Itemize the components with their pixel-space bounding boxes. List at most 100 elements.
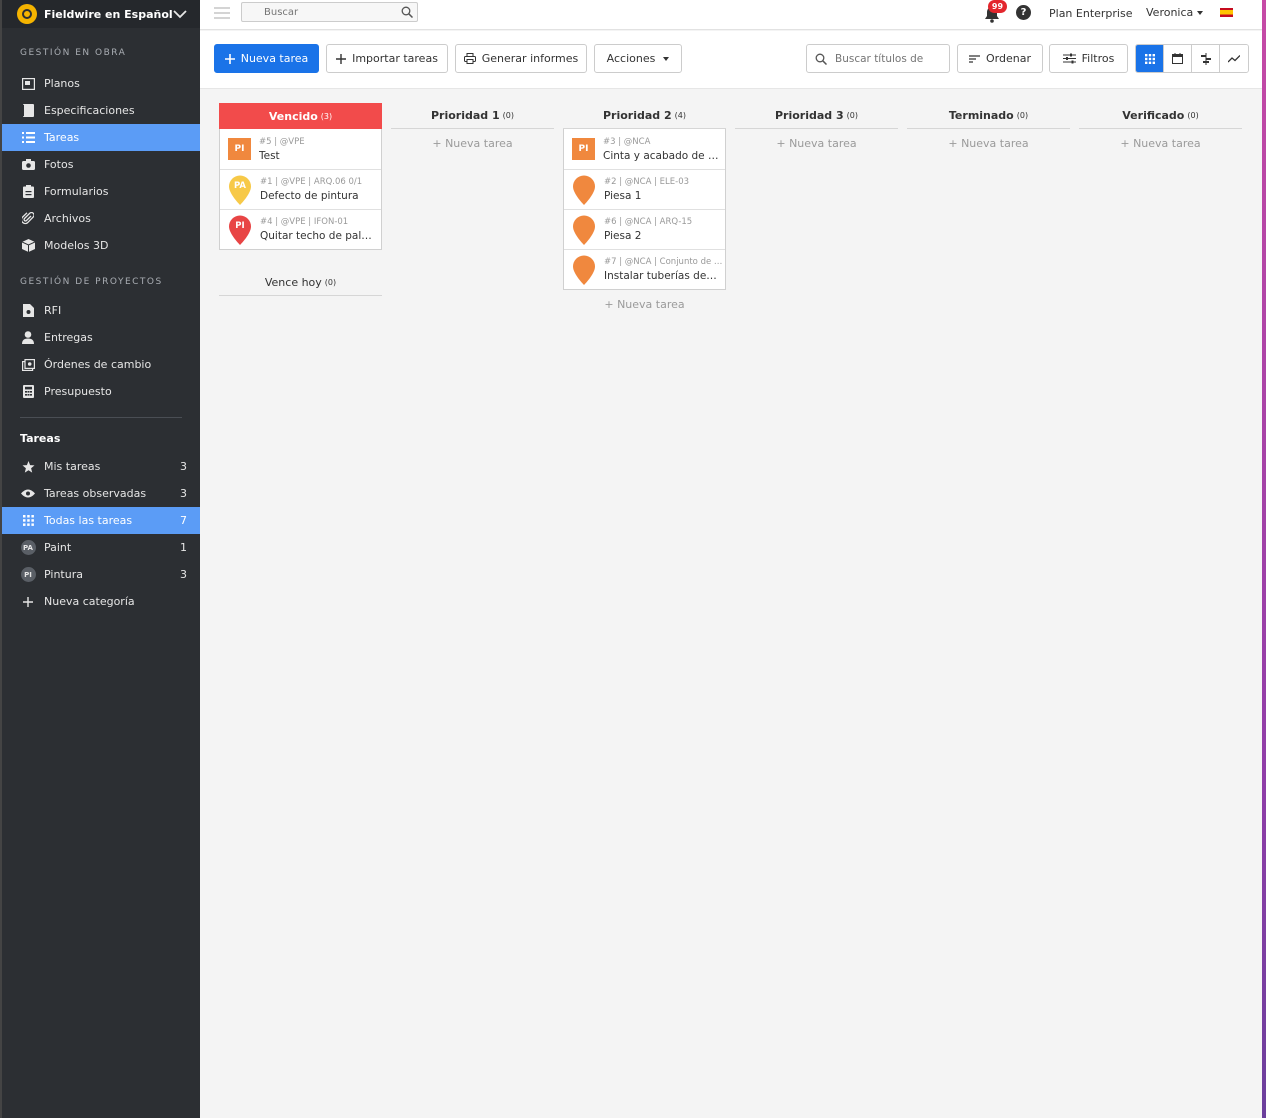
help-icon[interactable]: ? bbox=[1016, 5, 1031, 20]
column-count: (0) bbox=[846, 111, 858, 120]
sidebar-item-entregas[interactable]: Entregas bbox=[2, 324, 200, 351]
user-name: Veronica bbox=[1146, 6, 1194, 19]
task-title: Instalar tuberías de presión bbox=[604, 270, 725, 282]
generate-reports-button[interactable]: Generar informes bbox=[455, 44, 587, 73]
filters-label: Filtros bbox=[1081, 52, 1115, 65]
sidebar-item-label: Fotos bbox=[44, 158, 74, 171]
task-card[interactable]: PA #1 | @VPE | ARQ.06 0/1 Defecto de pin… bbox=[220, 169, 381, 209]
task-meta: #1 | @VPE | ARQ.06 0/1 bbox=[260, 177, 363, 187]
search-icon[interactable] bbox=[397, 6, 417, 18]
sidebar-item-tareas[interactable]: Tareas bbox=[2, 124, 200, 151]
task-title: Piesa 2 bbox=[604, 230, 642, 242]
column-header: Prioridad 2 (4) bbox=[563, 103, 726, 129]
section-gestion-proyectos: GESTIÓN DE PROYECTOS bbox=[20, 277, 163, 287]
location-pin-icon bbox=[572, 175, 596, 205]
sidebar-item-label: Nueva categoría bbox=[44, 595, 135, 608]
task-card[interactable]: PI #4 | @VPE | IFON-01 Quitar techo de p… bbox=[220, 209, 381, 249]
chart-view-icon[interactable] bbox=[1220, 45, 1248, 72]
star-icon bbox=[20, 459, 36, 475]
import-tasks-button[interactable]: Importar tareas bbox=[326, 44, 448, 73]
new-task-button[interactable]: Nueva tarea bbox=[214, 44, 319, 73]
location-pin-icon bbox=[572, 215, 596, 245]
pin-label: PI bbox=[235, 220, 245, 231]
plus-icon bbox=[336, 53, 347, 64]
sidebar-item-label: Archivos bbox=[44, 212, 91, 225]
actions-dropdown[interactable]: Acciones bbox=[594, 44, 682, 73]
project-name: Fieldwire en Español bbox=[44, 7, 173, 21]
chevron-down-icon[interactable] bbox=[173, 5, 188, 23]
task-card[interactable]: PI #5 | @VPE Test bbox=[220, 129, 381, 169]
user-menu[interactable]: Veronica bbox=[1146, 6, 1204, 19]
column-verificado: Verificado (0) + Nueva tarea bbox=[1079, 103, 1242, 151]
plan-link[interactable]: Plan Enterprise bbox=[1049, 7, 1132, 20]
sidebar-item-modelos-3d[interactable]: Modelos 3D bbox=[2, 232, 200, 259]
new-task-link[interactable]: + Nueva tarea bbox=[735, 137, 898, 151]
sidebar-item-todas-las-tareas[interactable]: Todas las tareas 7 bbox=[2, 507, 200, 534]
sidebar-item-rfi[interactable]: RFI bbox=[2, 297, 200, 324]
sort-button[interactable]: Ordenar bbox=[957, 44, 1043, 73]
column-header: Verificado (0) bbox=[1079, 103, 1242, 129]
location-pin-icon bbox=[572, 255, 596, 285]
search-titles-input[interactable] bbox=[835, 52, 949, 65]
grid-view-icon[interactable] bbox=[1136, 45, 1164, 72]
sidebar-item-formularios[interactable]: Formularios bbox=[2, 178, 200, 205]
task-title: Piesa 1 bbox=[604, 190, 642, 202]
calendar-view-icon[interactable] bbox=[1164, 45, 1192, 72]
sidebar-item-mis-tareas[interactable]: Mis tareas 3 bbox=[2, 453, 200, 480]
task-card[interactable]: #7 | @NCA | Conjunto de tuberías Instala… bbox=[564, 249, 725, 289]
sort-label: Ordenar bbox=[986, 52, 1031, 65]
sidebar-item-fotos[interactable]: Fotos bbox=[2, 151, 200, 178]
search-titles-field[interactable] bbox=[806, 44, 950, 73]
blueprint-icon bbox=[20, 76, 36, 92]
new-task-link[interactable]: + Nueva tarea bbox=[907, 137, 1070, 151]
sidebar-item-label: Pintura bbox=[44, 568, 83, 581]
sidebar-item-label: Presupuesto bbox=[44, 385, 112, 398]
sidebar-item-label: Modelos 3D bbox=[44, 239, 109, 252]
gantt-view-icon[interactable] bbox=[1192, 45, 1220, 72]
paperclip-icon bbox=[20, 211, 36, 227]
sidebar-item-planos[interactable]: Planos bbox=[2, 70, 200, 97]
column-title: Prioridad 1 bbox=[430, 109, 500, 122]
generate-reports-label: Generar informes bbox=[481, 52, 579, 65]
task-title: Cinta y acabado de tabiques bbox=[603, 149, 725, 162]
task-title: Defecto de pintura bbox=[260, 190, 359, 202]
sidebar-item-tareas-observadas[interactable]: Tareas observadas 3 bbox=[2, 480, 200, 507]
new-task-link[interactable]: + Nueva tarea bbox=[1079, 137, 1242, 151]
sidebar-item-ordenes-cambio[interactable]: Órdenes de cambio bbox=[2, 351, 200, 378]
task-count: 7 bbox=[180, 514, 187, 527]
column-title: Prioridad 2 bbox=[602, 109, 672, 122]
sidebar-item-especificaciones[interactable]: Especificaciones bbox=[2, 97, 200, 124]
task-card[interactable]: #6 | @NCA | ARQ-15 Piesa 2 bbox=[564, 209, 725, 249]
caret-down-icon bbox=[1197, 11, 1204, 15]
column-title: Prioridad 3 bbox=[774, 109, 844, 122]
column-vencido: Vencido (3) PI #5 | @VPE Test PA #1 | @VP… bbox=[219, 103, 382, 296]
category-badge: PI bbox=[572, 138, 595, 160]
sidebar-item-nueva-categoria[interactable]: Nueva categoría bbox=[2, 588, 200, 615]
search-input[interactable] bbox=[242, 6, 397, 18]
location-pin-icon: PA bbox=[228, 175, 252, 205]
task-count: 3 bbox=[180, 487, 187, 500]
task-count: 3 bbox=[180, 460, 187, 473]
column-header: Vence hoy (0) bbox=[219, 270, 382, 296]
sidebar-item-label: Paint bbox=[44, 541, 72, 554]
new-task-label: Nueva tarea bbox=[240, 52, 309, 65]
rfi-doc-icon bbox=[20, 303, 36, 319]
printer-icon bbox=[463, 53, 476, 64]
filters-button[interactable]: Filtros bbox=[1049, 44, 1128, 73]
new-task-link[interactable]: + Nueva tarea bbox=[563, 298, 726, 312]
spain-flag-icon[interactable] bbox=[1220, 8, 1233, 17]
column-vence-hoy: Vence hoy (0) bbox=[219, 270, 382, 296]
cube-icon bbox=[20, 238, 36, 254]
new-task-link[interactable]: + Nueva tarea bbox=[391, 137, 554, 151]
task-card[interactable]: #2 | @NCA | ELE-03 Piesa 1 bbox=[564, 169, 725, 209]
project-switcher[interactable]: Fieldwire en Español bbox=[2, 0, 200, 28]
menu-icon[interactable] bbox=[214, 7, 230, 19]
column-count: (3) bbox=[320, 111, 333, 121]
task-card[interactable]: PI #3 | @NCA Cinta y acabado de tabiques bbox=[564, 129, 725, 169]
sidebar-item-pintura[interactable]: PI Pintura 3 bbox=[2, 561, 200, 588]
global-search[interactable] bbox=[241, 2, 418, 22]
sidebar-item-paint[interactable]: PA Paint 1 bbox=[2, 534, 200, 561]
sidebar-item-presupuesto[interactable]: Presupuesto bbox=[2, 378, 200, 405]
sidebar-item-archivos[interactable]: Archivos bbox=[2, 205, 200, 232]
task-board: Vencido (3) PI #5 | @VPE Test PA #1 | @VP… bbox=[200, 89, 1262, 1118]
